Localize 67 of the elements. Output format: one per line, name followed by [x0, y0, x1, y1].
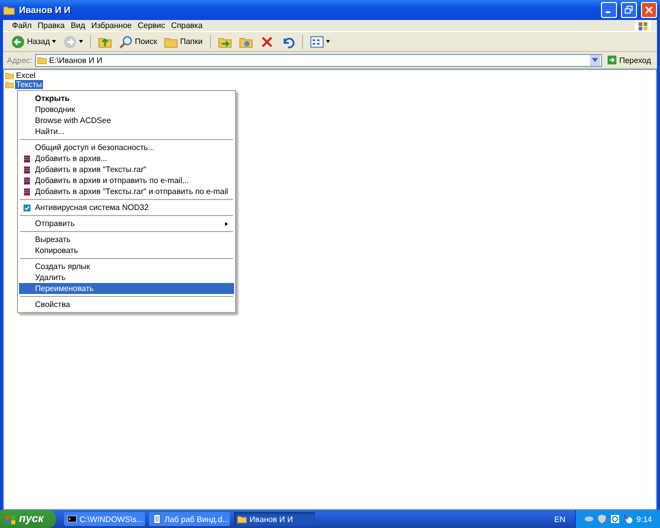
caret-icon: [592, 58, 598, 62]
menu-item[interactable]: Файл: [9, 21, 35, 30]
folders-button[interactable]: Папки: [162, 34, 205, 50]
menu-item[interactable]: Добавить в архив "Тексты.rar" и отправить по e-mail: [19, 186, 234, 197]
dropdown-button[interactable]: [590, 54, 600, 66]
menu-item[interactable]: Добавить в архив и отправить по e-mail...: [19, 175, 234, 186]
menu-item[interactable]: Добавить в архив "Тексты.rar": [19, 164, 234, 175]
menu-item[interactable]: Открыть: [19, 93, 234, 104]
menu-item[interactable]: Найти...: [19, 126, 234, 137]
taskbar-button[interactable]: Иванов И И: [234, 512, 315, 526]
archive-icon: [23, 154, 31, 162]
taskbar-button[interactable]: C:\WINDOWS\s...: [64, 512, 145, 526]
archive-icon: [23, 166, 31, 174]
windows-logo-icon: [5, 514, 16, 524]
menu-item[interactable]: Удалить: [19, 272, 234, 283]
antivirus-icon: [23, 204, 31, 212]
menu-item[interactable]: Антивирусная система NOD32: [19, 202, 234, 213]
views-icon: [310, 34, 324, 48]
address-label: Адрес:: [7, 56, 32, 64]
archive-icon: [23, 176, 31, 184]
search-button[interactable]: Поиск: [116, 34, 160, 50]
delete-icon: [260, 34, 274, 48]
taskbar-button[interactable]: Лаб раб Винд.d...: [148, 512, 230, 526]
media-icon[interactable]: [623, 514, 634, 524]
menu-item[interactable]: Переименовать: [19, 283, 234, 294]
shield-icon[interactable]: [597, 514, 608, 524]
menu-item[interactable]: Избранное: [88, 21, 135, 30]
language-indicator[interactable]: EN: [548, 514, 572, 524]
start-button[interactable]: пуск: [0, 510, 56, 528]
console-icon: [66, 514, 77, 524]
menu-item[interactable]: Правка: [34, 21, 68, 30]
clock: 9:14: [636, 514, 652, 524]
menu-item[interactable]: Свойства: [19, 299, 234, 310]
folder-icon: [37, 55, 48, 65]
folder-name[interactable]: Тексты: [15, 80, 43, 89]
menu-item[interactable]: Справка: [168, 21, 206, 30]
back-button[interactable]: Назад: [9, 34, 58, 50]
minimize-button[interactable]: [601, 2, 617, 18]
windows-logo-icon: [638, 20, 648, 30]
document-icon: [152, 514, 162, 524]
menu-item[interactable]: Проводник: [19, 104, 234, 115]
search-icon: [118, 34, 133, 48]
go-arrow-icon: [607, 55, 618, 65]
folder-icon: [236, 514, 247, 524]
folder-icon: [3, 4, 15, 16]
go-button[interactable]: Переход: [605, 55, 653, 65]
tray-icon[interactable]: [584, 514, 594, 524]
restore-button[interactable]: [621, 2, 637, 18]
archive-icon: [23, 188, 31, 196]
menu-item[interactable]: Отправить: [19, 218, 234, 229]
antivirus-icon[interactable]: [610, 514, 620, 524]
close-icon: [644, 5, 654, 15]
menu-item[interactable]: Browse with ACDSee: [19, 115, 234, 126]
views-button[interactable]: [308, 34, 332, 50]
menu-item[interactable]: Копировать: [19, 245, 234, 256]
menu-item[interactable]: Сервис: [134, 21, 168, 30]
folder-name[interactable]: Excel: [15, 71, 37, 80]
close-button[interactable]: [641, 2, 657, 18]
submenu-arrow-icon: [225, 222, 228, 226]
address-field[interactable]: E:\Иванов И И: [35, 54, 602, 66]
restore-icon: [624, 5, 634, 15]
window-title: Иванов И И: [19, 5, 72, 15]
menu-item[interactable]: Добавить в архив...: [19, 153, 234, 164]
menu-item[interactable]: Вырезать: [19, 234, 234, 245]
menu-item[interactable]: Вид: [68, 21, 88, 30]
menu-item[interactable]: Общий доступ и безопасность...: [19, 142, 234, 153]
menu-item[interactable]: Создать ярлык: [19, 261, 234, 272]
